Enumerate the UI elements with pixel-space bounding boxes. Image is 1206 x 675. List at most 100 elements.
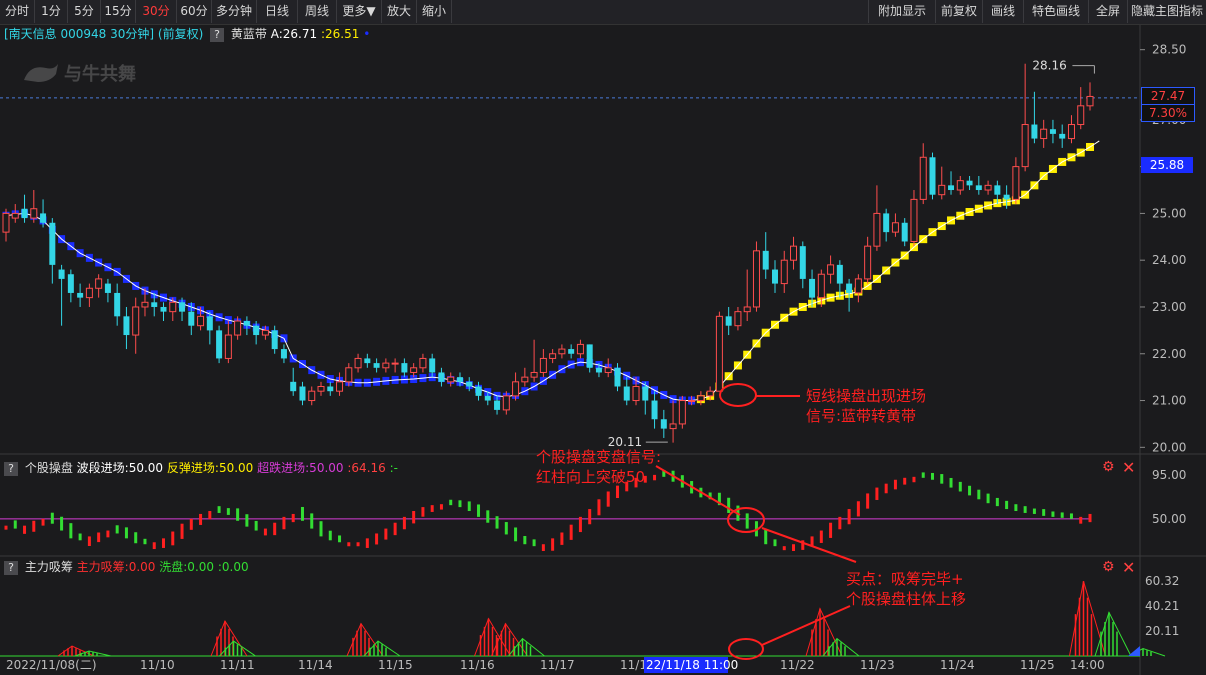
- osc-bar: [977, 489, 981, 500]
- candle-body: [104, 283, 111, 293]
- candle-body: [752, 250, 760, 308]
- sub2-wash: 洗盘:0.00: [159, 560, 215, 574]
- candle-body: [160, 306, 167, 312]
- osc-bar: [282, 516, 286, 530]
- osc-bar: [1032, 508, 1036, 514]
- candle-body: [401, 363, 408, 373]
- candle-body: [632, 386, 640, 402]
- osc-bar: [254, 520, 258, 531]
- signal2-text-2: 红柱向上突破50: [536, 468, 645, 486]
- osc-bar: [912, 476, 916, 483]
- osc-bar: [745, 513, 749, 529]
- osc-bar: [727, 497, 731, 513]
- candle-body: [40, 213, 47, 223]
- candle-body: [642, 386, 649, 401]
- candle-body: [651, 400, 658, 420]
- high-label: 28.16: [1032, 59, 1066, 73]
- osc-bar: [606, 491, 610, 507]
- osc-bar: [199, 513, 203, 525]
- osc-bar: [310, 513, 314, 529]
- candle-body: [466, 381, 473, 387]
- candle-body: [169, 301, 177, 313]
- signal2-text-1: 个股操盘变盘信号:: [536, 448, 661, 466]
- osc-bar: [578, 516, 582, 533]
- candle-body: [206, 316, 213, 331]
- osc-bar: [968, 485, 972, 496]
- osc-bar: [217, 506, 221, 513]
- candle-body: [846, 283, 853, 293]
- osc-bar: [356, 542, 360, 547]
- osc-bar: [569, 524, 573, 540]
- candle-body: [956, 180, 964, 191]
- candle-body: [197, 315, 205, 327]
- candle-body: [762, 250, 769, 270]
- osc-bar: [180, 523, 184, 539]
- osc-bar: [782, 546, 786, 551]
- osc-bar: [1014, 504, 1018, 512]
- candle-body: [512, 381, 520, 397]
- osc-bar: [551, 538, 555, 551]
- osc-bar: [847, 509, 851, 525]
- candle-body: [67, 274, 74, 293]
- osc-bar: [291, 513, 295, 523]
- candle-body: [21, 208, 28, 219]
- osc-bar: [263, 528, 267, 536]
- osc-bar: [384, 528, 388, 540]
- osc-bar: [921, 472, 925, 478]
- signal1-text-1: 短线操盘出现进场: [806, 387, 926, 405]
- price-axis-label: 21.00: [1152, 394, 1186, 408]
- candle-body: [502, 395, 510, 411]
- candle-body: [975, 185, 982, 191]
- osc-bar: [597, 499, 601, 516]
- sub1-help-button[interactable]: ?: [4, 461, 18, 476]
- candle-body: [604, 367, 612, 373]
- candle-body: [678, 400, 686, 425]
- osc-bar: [615, 485, 619, 499]
- candle-body: [539, 357, 547, 373]
- candle-body: [216, 330, 223, 359]
- sub1-axis-label: 95.00: [1152, 468, 1186, 482]
- candle-body: [77, 292, 84, 298]
- sub2-absorb: 主力吸筹:0.00: [76, 560, 156, 574]
- candle-body: [1059, 133, 1066, 139]
- date-label: 14:00: [1070, 658, 1105, 672]
- candle-body: [419, 357, 427, 369]
- sub1-settings-icon[interactable]: ⚙: [1102, 459, 1115, 475]
- candle-body: [1067, 124, 1075, 140]
- osc-bar: [412, 511, 416, 524]
- candle-body: [948, 185, 955, 191]
- candle-body: [141, 301, 149, 308]
- signal1-text-2: 信号:蓝带转黄带: [806, 407, 916, 425]
- candle-body: [984, 184, 992, 191]
- sub2-settings-icon[interactable]: ⚙: [1102, 559, 1115, 575]
- sub2-close-icon[interactable]: ✕: [1122, 558, 1135, 577]
- candle-body: [938, 184, 946, 196]
- candle-body: [790, 245, 798, 261]
- resize-corner-icon: [1128, 646, 1140, 656]
- sub1-rebound: 反弹进场:50.00: [166, 461, 254, 475]
- sub1-name[interactable]: 个股操盘: [25, 461, 73, 475]
- osc-bar: [541, 544, 545, 552]
- osc-bar: [134, 532, 138, 544]
- candle-body: [1077, 105, 1085, 126]
- sub2-help-button[interactable]: ?: [4, 560, 18, 575]
- osc-bar: [866, 493, 870, 509]
- candle-body: [1040, 128, 1048, 140]
- osc-bar: [162, 538, 166, 548]
- date-label: 11/24: [940, 658, 975, 672]
- osc-bar: [430, 505, 434, 512]
- osc-bar: [495, 516, 499, 529]
- osc-bar: [143, 538, 147, 545]
- sub1-close-icon[interactable]: ✕: [1122, 458, 1135, 477]
- candle-body: [919, 156, 927, 200]
- candle-body: [697, 395, 705, 402]
- candle-body: [2, 212, 10, 233]
- sub2-name[interactable]: 主力吸筹: [25, 560, 73, 574]
- candle-body: [271, 330, 278, 350]
- candle-body: [669, 423, 677, 430]
- osc-bar: [124, 527, 128, 539]
- osc-bar: [810, 536, 814, 546]
- osc-bar: [375, 533, 379, 545]
- osc-bar: [829, 522, 833, 538]
- candle-body: [743, 306, 751, 313]
